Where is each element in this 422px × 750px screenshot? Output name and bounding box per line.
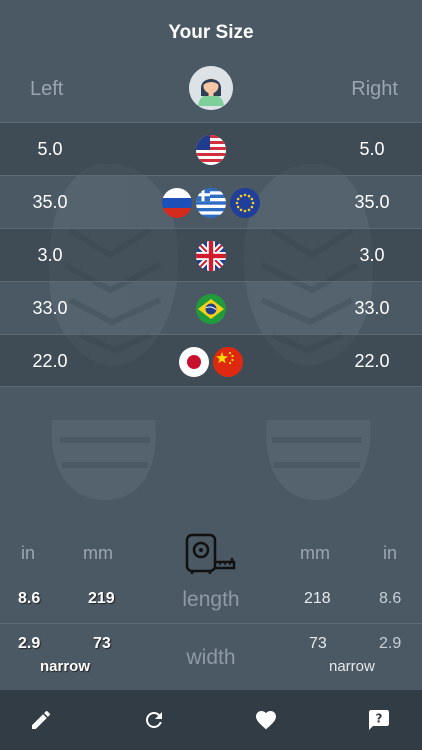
japan-flag-icon — [179, 346, 209, 377]
right-size-value: 22.0 — [354, 351, 390, 371]
russia-flag-icon — [162, 187, 192, 218]
measurements-panel: in mm mm in 8.6 219 length 218 8.6 2.9 7… — [0, 530, 422, 690]
width-label: width — [186, 646, 236, 669]
avatar-graphic — [189, 66, 233, 110]
tape-measure-icon[interactable] — [184, 532, 238, 576]
left-size-value: 35.0 — [32, 192, 68, 212]
uk-flag-icon — [196, 240, 226, 271]
right-unit-mm: mm — [300, 543, 330, 563]
left-width-mm: 73 — [93, 635, 111, 652]
flag-group — [110, 282, 312, 335]
svg-text:?: ? — [376, 712, 383, 726]
woman-avatar-icon[interactable] — [189, 66, 233, 110]
right-size-value: 3.0 — [359, 245, 385, 265]
pencil-icon — [32, 711, 50, 729]
help-icon: ? — [369, 710, 389, 730]
size-row-uk[interactable]: 3.0 3.0 — [0, 228, 422, 281]
header-row: Left Right — [0, 66, 422, 122]
size-row-br[interactable]: 33.0 33.0 — [0, 281, 422, 334]
left-length-mm: 219 — [88, 590, 115, 607]
left-size-value: 22.0 — [32, 351, 68, 371]
length-label: length — [182, 588, 240, 611]
measure-divider — [0, 623, 422, 624]
flag-group — [110, 335, 312, 388]
right-width-class: narrow — [329, 658, 375, 675]
flag-group — [110, 176, 312, 229]
edit-button[interactable] — [25, 704, 57, 736]
favorite-button[interactable] — [250, 704, 282, 736]
page-title: Your Size — [168, 22, 254, 43]
app-screen: Your Size Left Right 5.0 5.0 35.0 35.0 3… — [0, 0, 422, 750]
right-size-value: 35.0 — [354, 192, 390, 212]
right-width-mm: 73 — [309, 635, 327, 652]
size-row-eu[interactable]: 35.0 35.0 — [0, 175, 422, 228]
refresh-icon — [146, 712, 162, 728]
heart-icon — [256, 711, 276, 730]
brazil-flag-icon — [196, 293, 226, 324]
right-length-mm: 218 — [304, 590, 331, 607]
refresh-button[interactable] — [138, 704, 170, 736]
flag-group — [110, 123, 312, 176]
size-row-us[interactable]: 5.0 5.0 — [0, 122, 422, 175]
left-width-in: 2.9 — [18, 635, 41, 652]
left-size-value: 33.0 — [32, 298, 68, 318]
left-length-in: 8.6 — [18, 590, 41, 607]
left-unit-in: in — [21, 543, 36, 563]
china-flag-icon — [213, 346, 243, 377]
greece-flag-icon — [196, 187, 226, 218]
left-width-class: narrow — [40, 658, 91, 675]
right-size-value: 5.0 — [359, 139, 385, 159]
flag-group — [110, 229, 312, 282]
left-foot-label: Left — [30, 78, 64, 100]
right-length-in: 8.6 — [379, 590, 402, 607]
right-foot-label: Right — [351, 78, 398, 100]
bottom-nav-bar: ? — [0, 690, 422, 750]
left-size-value: 3.0 — [37, 245, 63, 265]
left-unit-mm: mm — [83, 543, 113, 563]
us-flag-icon — [196, 134, 226, 165]
right-width-in: 2.9 — [379, 635, 402, 652]
help-button[interactable]: ? — [363, 704, 395, 736]
size-conversion-table: 5.0 5.0 35.0 35.0 3.0 3.0 33.0 33.0 22.0… — [0, 122, 422, 387]
right-size-value: 33.0 — [354, 298, 390, 318]
left-size-value: 5.0 — [37, 139, 63, 159]
right-unit-in: in — [383, 543, 398, 563]
size-row-jp-cn[interactable]: 22.0 22.0 — [0, 334, 422, 387]
eu-flag-icon — [230, 187, 260, 218]
